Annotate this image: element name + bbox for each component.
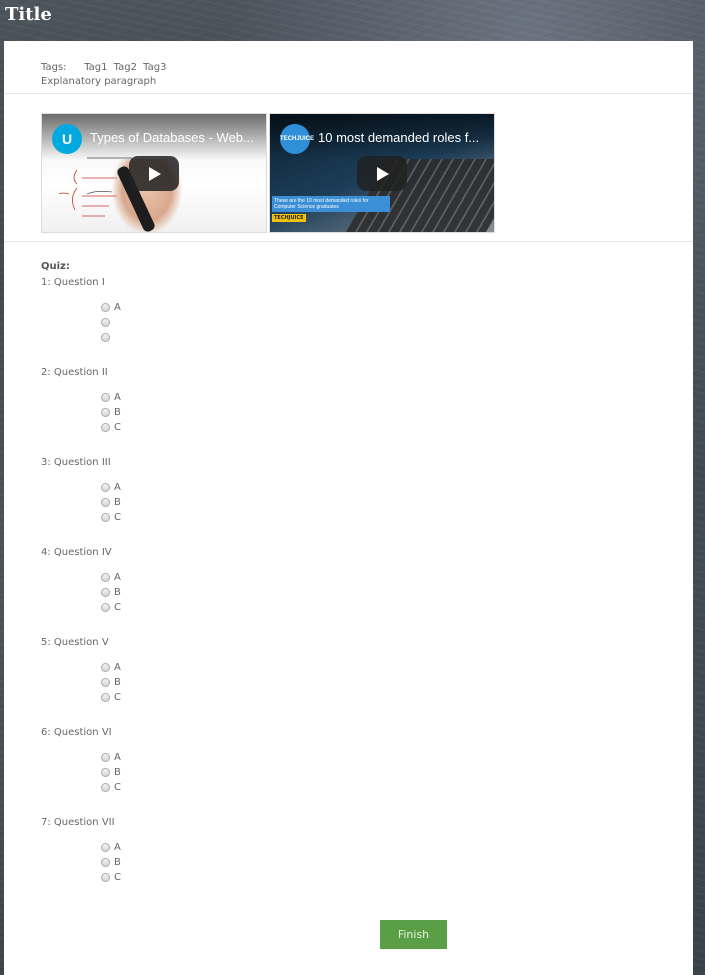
option-label: A xyxy=(114,841,121,853)
udacity-logo-icon: U xyxy=(52,124,82,154)
divider xyxy=(4,93,693,94)
option-radio[interactable] xyxy=(101,330,114,344)
quiz-section: Quiz: 1: Question I A 2: Question II A B… xyxy=(41,261,121,883)
option-label: C xyxy=(114,781,121,793)
play-icon[interactable] xyxy=(357,156,407,191)
option-radio[interactable]: B xyxy=(101,405,121,419)
option-label: C xyxy=(114,421,121,433)
option-label: B xyxy=(114,496,121,508)
radio-button[interactable] xyxy=(101,392,110,402)
video-thumbnail-roles[interactable]: These are the 10 most demanded roles for… xyxy=(269,113,495,233)
radio-button[interactable] xyxy=(101,662,110,672)
option-radio[interactable]: A xyxy=(101,300,121,314)
tag-link[interactable]: Tag3 xyxy=(143,62,166,73)
option-radio[interactable]: C xyxy=(101,780,121,794)
question-text: 1: Question I xyxy=(41,277,105,288)
radio-button[interactable] xyxy=(101,572,110,582)
option-radio[interactable]: C xyxy=(101,510,121,524)
option-radio[interactable]: B xyxy=(101,495,121,509)
option-radio[interactable]: A xyxy=(101,750,121,764)
option-label: A xyxy=(114,301,121,313)
radio-button[interactable] xyxy=(101,587,110,597)
tag-link[interactable]: Tag1 xyxy=(84,62,107,73)
radio-button[interactable] xyxy=(101,512,110,522)
option-radio[interactable]: A xyxy=(101,660,121,674)
tags-row: Tags: Tag1 Tag2 Tag3 xyxy=(41,61,169,75)
question-text: 2: Question II xyxy=(41,367,108,378)
option-radio[interactable]: C xyxy=(101,600,121,614)
play-icon[interactable] xyxy=(129,156,179,191)
option-radio[interactable]: C xyxy=(101,420,121,434)
option-radio[interactable] xyxy=(101,315,114,329)
radio-button[interactable] xyxy=(101,317,110,327)
option-radio[interactable]: C xyxy=(101,870,121,884)
option-label: A xyxy=(114,481,121,493)
radio-button[interactable] xyxy=(101,677,110,687)
explanatory-paragraph: Explanatory paragraph xyxy=(41,76,157,87)
video-caption: These are the 10 most demanded roles for… xyxy=(272,196,390,212)
option-radio[interactable]: A xyxy=(101,840,121,854)
option-label: B xyxy=(114,856,121,868)
option-label: B xyxy=(114,766,121,778)
option-radio[interactable]: B xyxy=(101,585,121,599)
option-label: A xyxy=(114,661,121,673)
page-title: Title xyxy=(5,4,52,25)
option-radio[interactable]: C xyxy=(101,690,121,704)
video-title[interactable]: Types of Databases - Web... xyxy=(90,130,254,145)
radio-button[interactable] xyxy=(101,422,110,432)
tags-label: Tags: xyxy=(41,62,67,73)
radio-button[interactable] xyxy=(101,692,110,702)
radio-button[interactable] xyxy=(101,332,110,342)
radio-button[interactable] xyxy=(101,602,110,612)
finish-button[interactable]: Finish xyxy=(380,920,447,949)
radio-button[interactable] xyxy=(101,767,110,777)
radio-button[interactable] xyxy=(101,857,110,867)
option-radio[interactable]: A xyxy=(101,570,121,584)
option-radio[interactable]: A xyxy=(101,390,121,404)
option-radio[interactable]: A xyxy=(101,480,121,494)
quiz-label: Quiz: xyxy=(41,261,70,272)
question-text: 3: Question III xyxy=(41,457,111,468)
techjuice-logo-icon: TECHJUICE xyxy=(280,124,314,154)
option-radio[interactable]: B xyxy=(101,765,121,779)
option-label: C xyxy=(114,601,121,613)
question-text: 4: Question IV xyxy=(41,547,112,558)
divider xyxy=(4,241,693,242)
radio-button[interactable] xyxy=(101,782,110,792)
question-text: 5: Question V xyxy=(41,637,109,648)
option-radio[interactable]: B xyxy=(101,855,121,869)
option-label: B xyxy=(114,586,121,598)
option-label: C xyxy=(114,691,121,703)
content-card: Tags: Tag1 Tag2 Tag3 Explanatory paragra… xyxy=(4,41,693,975)
tag-link[interactable]: Tag2 xyxy=(114,62,137,73)
question-text: 7: Question VII xyxy=(41,817,115,828)
meta-section: Tags: Tag1 Tag2 Tag3 Explanatory paragra… xyxy=(41,61,169,89)
radio-button[interactable] xyxy=(101,497,110,507)
radio-button[interactable] xyxy=(101,407,110,417)
option-radio[interactable]: B xyxy=(101,675,121,689)
option-label: A xyxy=(114,391,121,403)
option-label: A xyxy=(114,751,121,763)
radio-button[interactable] xyxy=(101,842,110,852)
video-thumbnail-databases[interactable]: U Types of Databases - Web... xyxy=(41,113,267,233)
radio-button[interactable] xyxy=(101,872,110,882)
option-label: A xyxy=(114,571,121,583)
radio-button[interactable] xyxy=(101,752,110,762)
video-title[interactable]: 10 most demanded roles f... xyxy=(318,130,479,145)
option-label: C xyxy=(114,511,121,523)
radio-button[interactable] xyxy=(101,482,110,492)
option-label: B xyxy=(114,406,121,418)
question-text: 6: Question VI xyxy=(41,727,112,738)
radio-button[interactable] xyxy=(101,302,110,312)
option-label: C xyxy=(114,871,121,883)
brand-label: TECHJUICE xyxy=(272,214,306,222)
option-label: B xyxy=(114,676,121,688)
